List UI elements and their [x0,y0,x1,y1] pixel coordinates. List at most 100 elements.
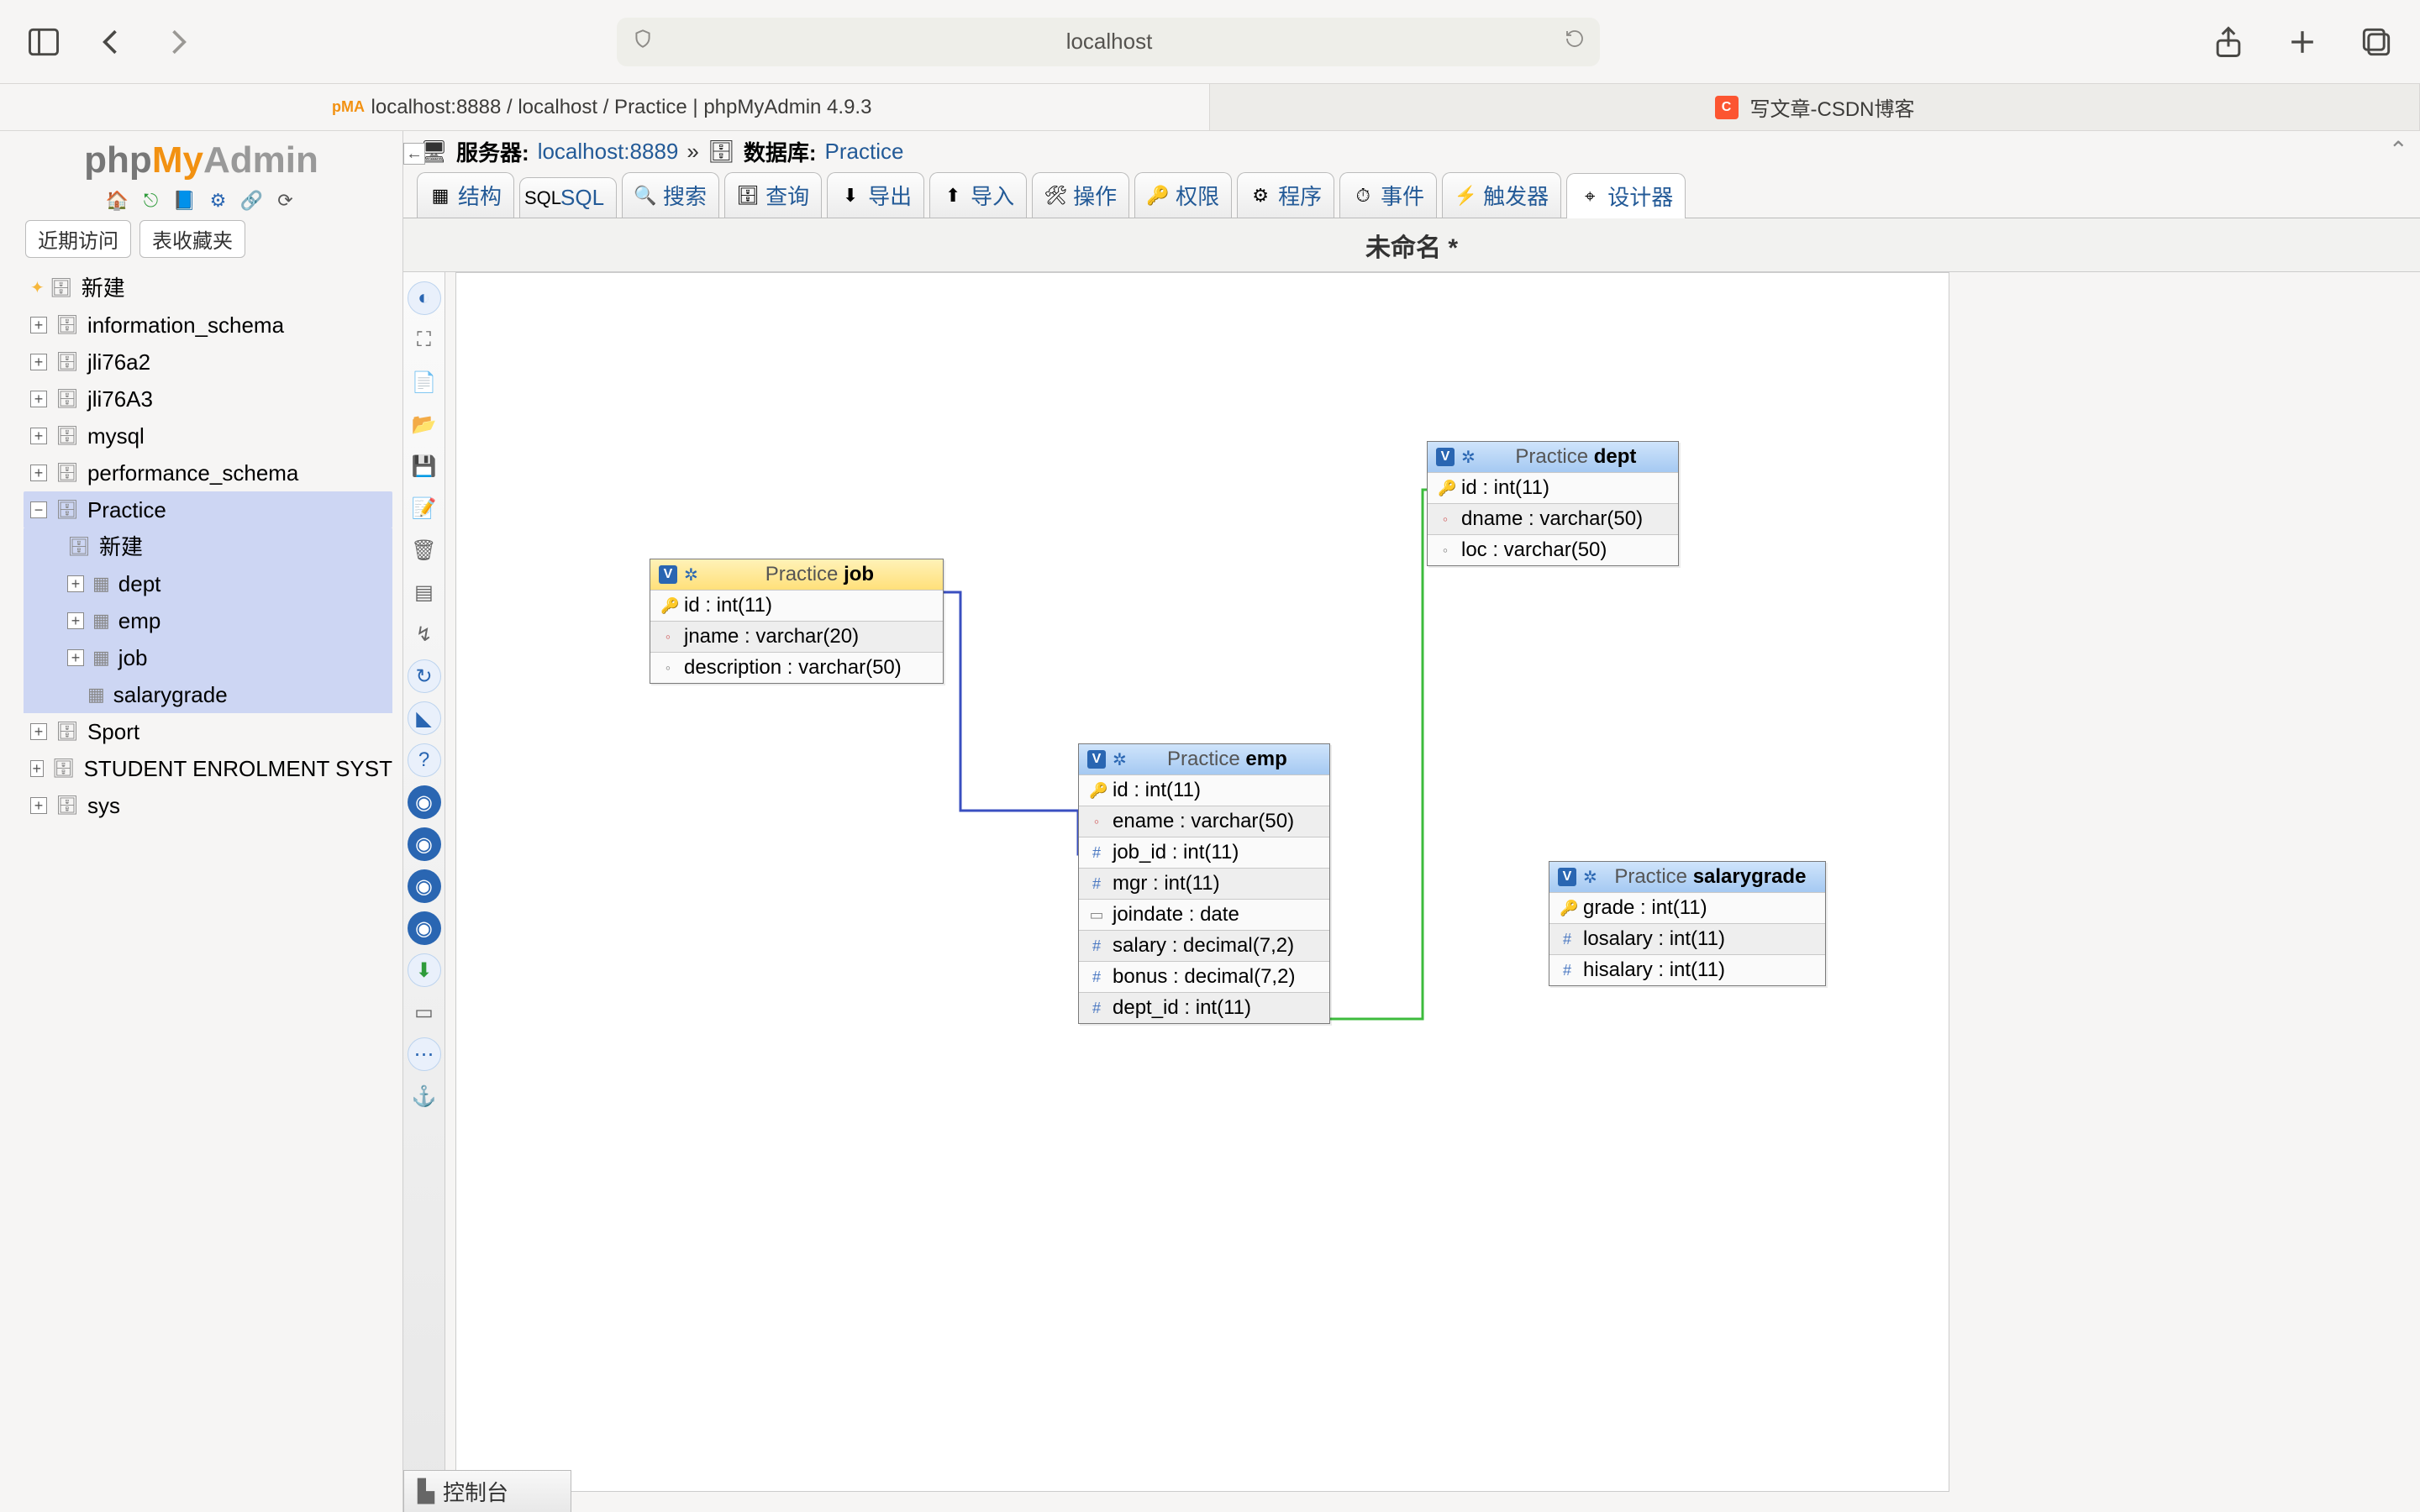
main-tab-export[interactable]: ⬇导出 [827,172,924,218]
toggle-relation-lines-icon[interactable]: ◉ [408,911,441,945]
save-page-icon[interactable]: 💾 [408,449,441,483]
visibility-toggle-icon[interactable]: V [659,565,677,584]
table-header[interactable]: V✲Practice salarygrade [1549,862,1825,892]
table-gear-icon[interactable]: ✲ [684,564,698,585]
new-tab-icon[interactable] [2284,24,2321,60]
url-bar[interactable]: localhost [617,18,1600,66]
breadcrumb-database[interactable]: Practice [825,139,904,165]
nav-new-table[interactable]: 🗄新建 [67,528,392,565]
expand-icon[interactable]: + [67,649,84,666]
new-page-icon[interactable]: 📄 [408,365,441,399]
designer-canvas[interactable]: V✲Practice job🔑id : int(11)◦jname : varc… [455,272,1949,1492]
db-node[interactable]: +🗄jli76a2 [30,344,392,381]
table-node[interactable]: +▦emp [67,602,392,639]
column-row[interactable]: 🔑id : int(11) [1079,774,1329,806]
expand-icon[interactable]: + [30,354,47,370]
table-node[interactable]: +▦job [67,639,392,676]
table-header[interactable]: V✲Practice emp [1079,744,1329,774]
main-tab-events[interactable]: ⏱事件 [1339,172,1437,218]
reload-nav-icon[interactable]: ⟳ [273,188,298,213]
more-tools-icon[interactable]: ⋯ [408,1037,441,1071]
expand-icon[interactable]: + [30,723,47,740]
db-node[interactable]: +🗄jli76A3 [30,381,392,417]
reload-icon[interactable] [1565,29,1585,55]
column-row[interactable]: 🔑id : int(11) [650,590,943,621]
table-node[interactable]: ▦salarygrade [67,676,392,713]
db-node[interactable]: +🗄STUDENT ENROLMENT SYST [30,750,392,787]
small-all-icon[interactable]: ◉ [408,869,441,903]
column-row[interactable]: ▭joindate : date [1079,899,1329,930]
column-row[interactable]: ◦description : varchar(50) [650,652,943,683]
breadcrumb-server[interactable]: localhost:8889 [538,139,679,165]
main-tab-structure[interactable]: ▦结构 [417,172,514,218]
delete-page-icon[interactable]: 🗑 [408,533,441,567]
table-list-icon[interactable]: ▤ [408,575,441,609]
visibility-toggle-icon[interactable]: V [1087,750,1106,769]
column-row[interactable]: ◦dname : varchar(50) [1428,503,1678,534]
column-row[interactable]: #dept_id : int(11) [1079,992,1329,1023]
visibility-toggle-icon[interactable]: V [1436,448,1455,466]
column-row[interactable]: ◦loc : varchar(50) [1428,534,1678,565]
export-schema-icon[interactable]: ⬇ [408,953,441,987]
expand-icon[interactable]: + [67,612,84,629]
expand-icon[interactable]: + [30,317,47,333]
main-tab-routines[interactable]: ⚙程序 [1237,172,1334,218]
favorites-tab[interactable]: 表收藏夹 [139,220,245,258]
table-header[interactable]: V✲Practice dept [1428,442,1678,472]
logout-icon[interactable]: ⎋ [139,188,164,213]
angular-line-icon[interactable]: ◣ [408,701,441,735]
expand-icon[interactable]: + [30,797,47,814]
move-tool-icon[interactable]: ▭ [408,995,441,1029]
browser-tab-pma[interactable]: pMA localhost:8888 / localhost / Practic… [0,84,1210,130]
main-tab-privileges[interactable]: 🔑权限 [1134,172,1232,218]
share-icon[interactable] [2210,24,2247,60]
browser-tab-csdn[interactable]: C 写文章-CSDN博客 [1210,84,2420,130]
docs-icon[interactable]: 📘 [172,188,197,213]
reload-canvas-icon[interactable]: ↻ [408,659,441,693]
column-row[interactable]: #mgr : int(11) [1079,868,1329,899]
link-icon[interactable]: 🔗 [239,188,265,213]
column-row[interactable]: 🔑id : int(11) [1428,472,1678,503]
console-toggle[interactable]: ▙ 控制台 [403,1470,571,1512]
recent-tab[interactable]: 近期访问 [25,220,131,258]
main-tab-search[interactable]: 🔍搜索 [622,172,719,218]
table-emp[interactable]: V✲Practice emp🔑id : int(11)◦ename : varc… [1078,743,1330,1024]
db-node[interactable]: +🗄mysql [30,417,392,454]
hide-top-icon[interactable]: ⌃ [2389,136,2408,164]
main-tab-designer[interactable]: ⌖设计器 [1566,173,1686,218]
main-tab-triggers[interactable]: ⚡触发器 [1442,172,1561,218]
table-salarygrade[interactable]: V✲Practice salarygrade🔑grade : int(11)#l… [1549,861,1826,986]
nav-back-icon[interactable] [92,24,129,60]
expand-icon[interactable]: + [67,575,84,592]
column-row[interactable]: ◦jname : varchar(20) [650,621,943,652]
table-dept[interactable]: V✲Practice dept🔑id : int(11)◦dname : var… [1427,441,1679,566]
relation-icon[interactable]: ↯ [408,617,441,651]
privacy-shield-icon[interactable] [632,28,654,55]
open-page-icon[interactable]: 📂 [408,407,441,441]
column-row[interactable]: #bonus : decimal(7,2) [1079,961,1329,992]
home-icon[interactable]: 🏠 [105,188,130,213]
help-icon[interactable]: ? [408,743,441,777]
table-job[interactable]: V✲Practice job🔑id : int(11)◦jname : varc… [650,559,944,684]
toggle-grid-icon[interactable]: ◉ [408,785,441,819]
pin-icon[interactable]: ⚓ [408,1079,441,1113]
expand-icon[interactable]: + [30,391,47,407]
column-row[interactable]: #losalary : int(11) [1549,923,1825,954]
nav-forward-icon[interactable] [160,24,197,60]
table-gear-icon[interactable]: ✲ [1113,749,1127,770]
table-gear-icon[interactable]: ✲ [1461,447,1476,468]
db-node-practice[interactable]: −🗄Practice [24,491,392,528]
db-node[interactable]: +🗄Sport [30,713,392,750]
column-row[interactable]: ◦ename : varchar(50) [1079,806,1329,837]
nav-new-db[interactable]: ✦ 🗄 新建 [30,270,392,307]
column-row[interactable]: #job_id : int(11) [1079,837,1329,868]
expand-icon[interactable]: + [30,760,44,777]
designer-collapse-icon[interactable]: ◐ [408,281,441,315]
tabs-overview-icon[interactable] [2358,24,2395,60]
collapse-icon[interactable]: − [30,501,47,518]
main-tab-operations[interactable]: 🛠操作 [1032,172,1129,218]
main-tab-sql[interactable]: SQLSQL [519,177,617,218]
table-gear-icon[interactable]: ✲ [1583,867,1597,888]
sidebar-toggle-icon[interactable] [25,24,62,60]
nav-collapse-handle[interactable]: ← [403,143,425,165]
